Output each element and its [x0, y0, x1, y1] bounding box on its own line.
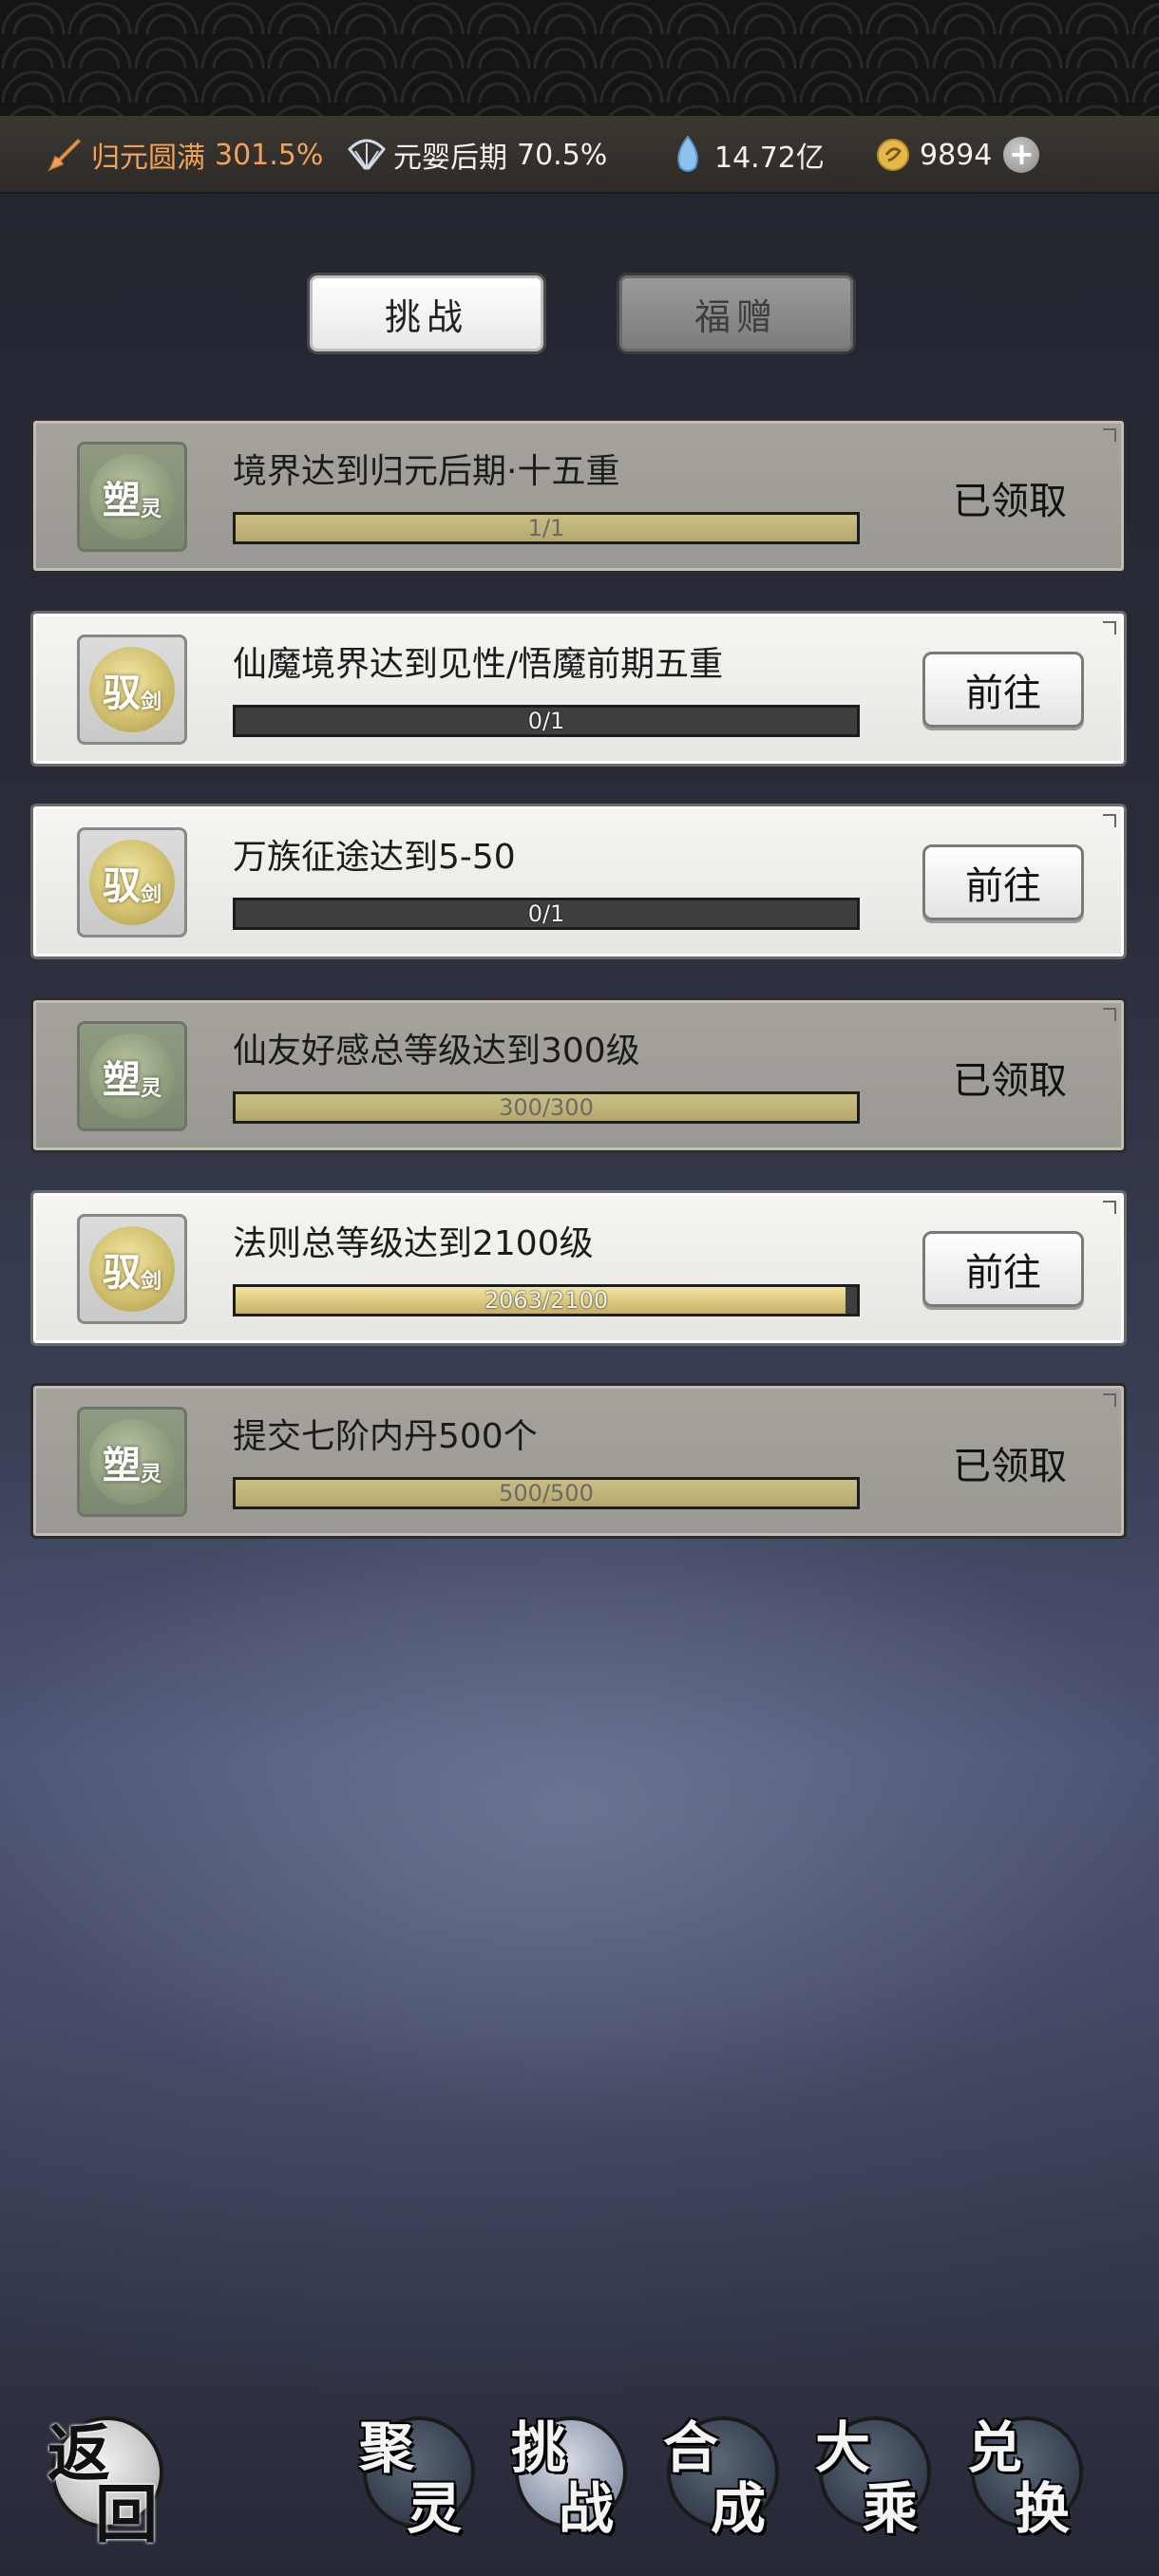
task-card: 塑灵 境界达到归元后期·十五重 1/1 已领取 [30, 418, 1127, 574]
task-card: 塑灵 仙友好感总等级达到300级 300/300 已领取 [30, 997, 1127, 1153]
task-icon: 塑灵 [77, 442, 187, 552]
resource-bar: 归元圆满 301.5% 元婴后期 70.5% 14.72亿 9894 + [0, 116, 1159, 194]
add-currency-button[interactable]: + [1003, 137, 1040, 173]
claimed-status: 已领取 [953, 1059, 1067, 1103]
task-icon: 驭剑 [77, 827, 187, 938]
task-title: 法则总等级达到2100级 [233, 1224, 594, 1263]
task-progress-text: 1/1 [527, 515, 565, 541]
cultivation-resource: 归元圆满 301.5% [44, 116, 323, 194]
card-corner-ornament [1103, 814, 1116, 827]
task-progress-bar: 2063/2100 [233, 1284, 860, 1316]
nav-synthesize-button[interactable]: 合 成 [663, 2403, 788, 2541]
task-progress-bar: 0/1 [233, 898, 860, 930]
task-card: 驭剑 仙魔境界达到见性/悟魔前期五重 0/1 前往 [30, 611, 1127, 767]
card-corner-ornament [1103, 621, 1116, 635]
task-title: 仙魔境界达到见性/悟魔前期五重 [233, 645, 724, 684]
tab-gift[interactable]: 福赠 [619, 275, 853, 351]
task-progress-bar: 1/1 [233, 512, 860, 544]
task-icon: 驭剑 [77, 635, 187, 745]
coin-value: 9894 [920, 138, 993, 172]
nav-challenge-button[interactable]: 挑 战 [511, 2403, 636, 2541]
sword-seal-icon: 驭剑 [89, 840, 175, 925]
task-progress-text: 300/300 [499, 1094, 594, 1121]
coin-resource: 9894 + [872, 116, 1040, 194]
task-title: 境界达到归元后期·十五重 [233, 452, 620, 491]
claimed-status: 已领取 [953, 1445, 1067, 1488]
sword-seal-icon: 驭剑 [89, 1226, 175, 1312]
task-icon: 塑灵 [77, 1407, 187, 1517]
go-button[interactable]: 前往 [922, 844, 1084, 920]
cultivation-value: 301.5% [215, 138, 324, 172]
spirit-stone-resource: 14.72亿 [667, 116, 825, 194]
spirit-seal-icon: 塑灵 [89, 454, 175, 540]
card-corner-ornament [1103, 1201, 1116, 1214]
task-icon: 塑灵 [77, 1021, 187, 1131]
task-progress-bar: 500/500 [233, 1477, 860, 1509]
task-progress-text: 0/1 [527, 900, 565, 927]
nascent-value: 70.5% [517, 138, 608, 172]
task-progress-text: 2063/2100 [484, 1287, 609, 1314]
coin-icon [872, 134, 914, 176]
claimed-status: 已领取 [953, 480, 1067, 523]
card-corner-ornament [1103, 1393, 1116, 1407]
sword-icon [44, 134, 86, 176]
task-progress-text: 500/500 [499, 1480, 594, 1506]
task-progress-text: 0/1 [527, 708, 565, 734]
task-icon: 驭剑 [77, 1214, 187, 1324]
task-progress-bar: 300/300 [233, 1091, 860, 1124]
top-decor-band [0, 0, 1159, 116]
nav-dacheng-button[interactable]: 大 乘 [815, 2403, 940, 2541]
tab-challenge[interactable]: 挑战 [310, 275, 543, 351]
card-corner-ornament [1103, 1008, 1116, 1021]
go-button[interactable]: 前往 [922, 652, 1084, 728]
sword-seal-icon: 驭剑 [89, 647, 175, 732]
task-title: 提交七阶内丹500个 [233, 1417, 538, 1456]
task-title: 万族征途达到5-50 [233, 838, 516, 877]
nascent-name: 元婴后期 [393, 142, 507, 175]
crystal-icon [667, 134, 709, 176]
task-progress-bar: 0/1 [233, 705, 860, 737]
spirit-seal-icon: 塑灵 [89, 1033, 175, 1119]
task-title: 仙友好感总等级达到300级 [233, 1032, 640, 1070]
task-card: 驭剑 法则总等级达到2100级 2063/2100 前往 [30, 1190, 1127, 1346]
fan-icon [346, 134, 388, 176]
spirit-seal-icon: 塑灵 [89, 1419, 175, 1505]
task-card: 塑灵 提交七阶内丹500个 500/500 已领取 [30, 1383, 1127, 1539]
go-button[interactable]: 前往 [922, 1231, 1084, 1307]
nav-exchange-button[interactable]: 兑 换 [967, 2403, 1092, 2541]
spirit-stone-value: 14.72亿 [714, 142, 825, 175]
back-button[interactable]: 返 回 [48, 2403, 173, 2551]
task-card: 驭剑 万族征途达到5-50 0/1 前往 [30, 804, 1127, 959]
card-corner-ornament [1103, 428, 1116, 442]
cultivation-name: 归元圆满 [91, 142, 205, 175]
nav-gather-button[interactable]: 聚 灵 [359, 2403, 484, 2541]
nascent-resource: 元婴后期 70.5% [346, 116, 607, 194]
